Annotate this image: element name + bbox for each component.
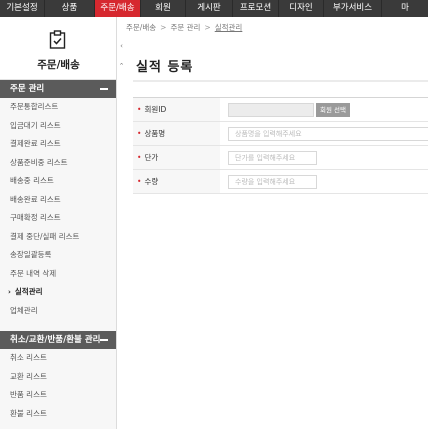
- nav-item-members[interactable]: 회원: [141, 0, 186, 17]
- menu-item-bulk-invoice-registration[interactable]: 송장일괄등록: [0, 246, 116, 265]
- page-title: 실적 등록: [136, 60, 194, 75]
- menu-item-return-list[interactable]: 반품 리스트: [0, 386, 116, 405]
- section-divider: [0, 320, 116, 331]
- menu-item-refund-list[interactable]: 환불 리스트: [0, 405, 116, 424]
- nav-item-promotion[interactable]: 프로모션: [233, 0, 279, 17]
- cancel-return-menu: 취소 리스트 교환 리스트 반품 리스트 환불 리스트: [0, 349, 116, 423]
- breadcrumb-item-order-management[interactable]: 주문 관리: [170, 23, 200, 32]
- menu-item-order-integrated-list[interactable]: 주문통합리스트: [0, 98, 116, 117]
- unit-price-input[interactable]: [228, 151, 317, 165]
- sidebar-toggle-strip: ‹ ⌃: [117, 38, 127, 78]
- menu-item-cancel-list[interactable]: 취소 리스트: [0, 349, 116, 368]
- label-text: 상품명: [144, 129, 166, 138]
- breadcrumb-item-current[interactable]: 실적관리: [215, 23, 243, 32]
- required-dot-icon: •: [137, 177, 142, 186]
- sidebar: 주문/배송 주문 관리 주문통합리스트 입금대기 리스트 결제완료 리스트 상품…: [0, 17, 117, 429]
- form-row-product-name: • 상품명: [133, 122, 428, 146]
- nav-item-orders-shipping[interactable]: 주문/배송: [95, 0, 141, 17]
- label-text: 단가: [144, 153, 159, 162]
- nav-item-addon-services[interactable]: 부가서비스: [324, 0, 382, 17]
- breadcrumb-separator: >: [160, 23, 167, 32]
- menu-item-delete-order-history[interactable]: 주문 내역 삭제: [0, 265, 116, 284]
- menu-item-exchange-list[interactable]: 교환 리스트: [0, 368, 116, 387]
- product-name-input[interactable]: [228, 127, 428, 141]
- menu-item-delivery-complete-list[interactable]: 배송완료 리스트: [0, 191, 116, 210]
- form-row-unit-price: • 단가: [133, 146, 428, 170]
- member-id-label: • 회원ID: [133, 98, 220, 121]
- collapse-minus-icon[interactable]: [100, 339, 108, 341]
- performance-registration-form: •회원ID 회원 선택 •상품명 •단가 •수량: [133, 97, 428, 194]
- select-member-button[interactable]: 회원 선택: [316, 103, 350, 117]
- title-divider: [133, 80, 428, 82]
- sidebar-title: 주문/배송: [37, 59, 80, 71]
- sidebar-header: 주문/배송: [0, 17, 116, 80]
- quantity-label: • 수량: [133, 170, 220, 193]
- menu-item-performance-management[interactable]: › 실적관리: [0, 283, 116, 302]
- chevron-left-icon[interactable]: ‹: [117, 38, 126, 54]
- breadcrumb-separator: >: [204, 23, 211, 32]
- required-dot-icon: •: [137, 105, 142, 114]
- top-navigation: 기본설정 상품 주문/배송 회원 게시판 프로모션 디자인 부가서비스 마: [0, 0, 428, 17]
- menu-item-preparing-products-list[interactable]: 상품준비중 리스트: [0, 154, 116, 173]
- nav-item-more[interactable]: 마: [382, 0, 428, 17]
- member-id-field[interactable]: [228, 103, 314, 117]
- menu-item-vendor-management[interactable]: 업체관리: [0, 302, 116, 321]
- menu-item-payment-failed-list[interactable]: 결제 중단/실패 리스트: [0, 228, 116, 247]
- label-text: 수량: [144, 177, 159, 186]
- label-text: 회원ID: [144, 105, 167, 114]
- section-title: 취소/교환/반품/환불 관리: [10, 335, 101, 345]
- section-title: 주문 관리: [10, 84, 45, 94]
- form-row-quantity: • 수량: [133, 170, 428, 194]
- quantity-input[interactable]: [228, 175, 317, 189]
- section-order-management[interactable]: 주문 관리: [0, 80, 116, 98]
- chevron-right-icon: ›: [8, 288, 11, 296]
- unit-price-label: • 단가: [133, 146, 220, 169]
- section-cancel-exchange-return-refund[interactable]: 취소/교환/반품/환불 관리: [0, 331, 116, 349]
- menu-item-payment-complete-list[interactable]: 결제완료 리스트: [0, 135, 116, 154]
- clipboard-check-icon: [49, 30, 66, 49]
- menu-item-in-delivery-list[interactable]: 배송중 리스트: [0, 172, 116, 191]
- order-management-menu: 주문통합리스트 입금대기 리스트 결제완료 리스트 상품준비중 리스트 배송중 …: [0, 98, 116, 320]
- menu-item-label: 실적관리: [14, 287, 43, 296]
- nav-item-basic-settings[interactable]: 기본설정: [0, 0, 45, 17]
- form-row-member-id: • 회원ID 회원 선택: [133, 98, 428, 122]
- breadcrumb: 주문/배송 > 주문 관리 > 실적관리: [126, 22, 242, 33]
- menu-item-awaiting-deposit-list[interactable]: 입금대기 리스트: [0, 117, 116, 136]
- collapse-minus-icon[interactable]: [100, 88, 108, 90]
- nav-item-board[interactable]: 게시판: [186, 0, 233, 17]
- nav-item-products[interactable]: 상품: [45, 0, 95, 17]
- required-dot-icon: •: [137, 153, 142, 162]
- required-dot-icon: •: [137, 129, 142, 138]
- nav-item-design[interactable]: 디자인: [279, 0, 324, 17]
- menu-item-purchase-confirmed-list[interactable]: 구매확정 리스트: [0, 209, 116, 228]
- chevron-up-icon[interactable]: ⌃: [117, 58, 126, 74]
- breadcrumb-item-orders-shipping[interactable]: 주문/배송: [126, 23, 156, 32]
- product-name-label: • 상품명: [133, 122, 220, 145]
